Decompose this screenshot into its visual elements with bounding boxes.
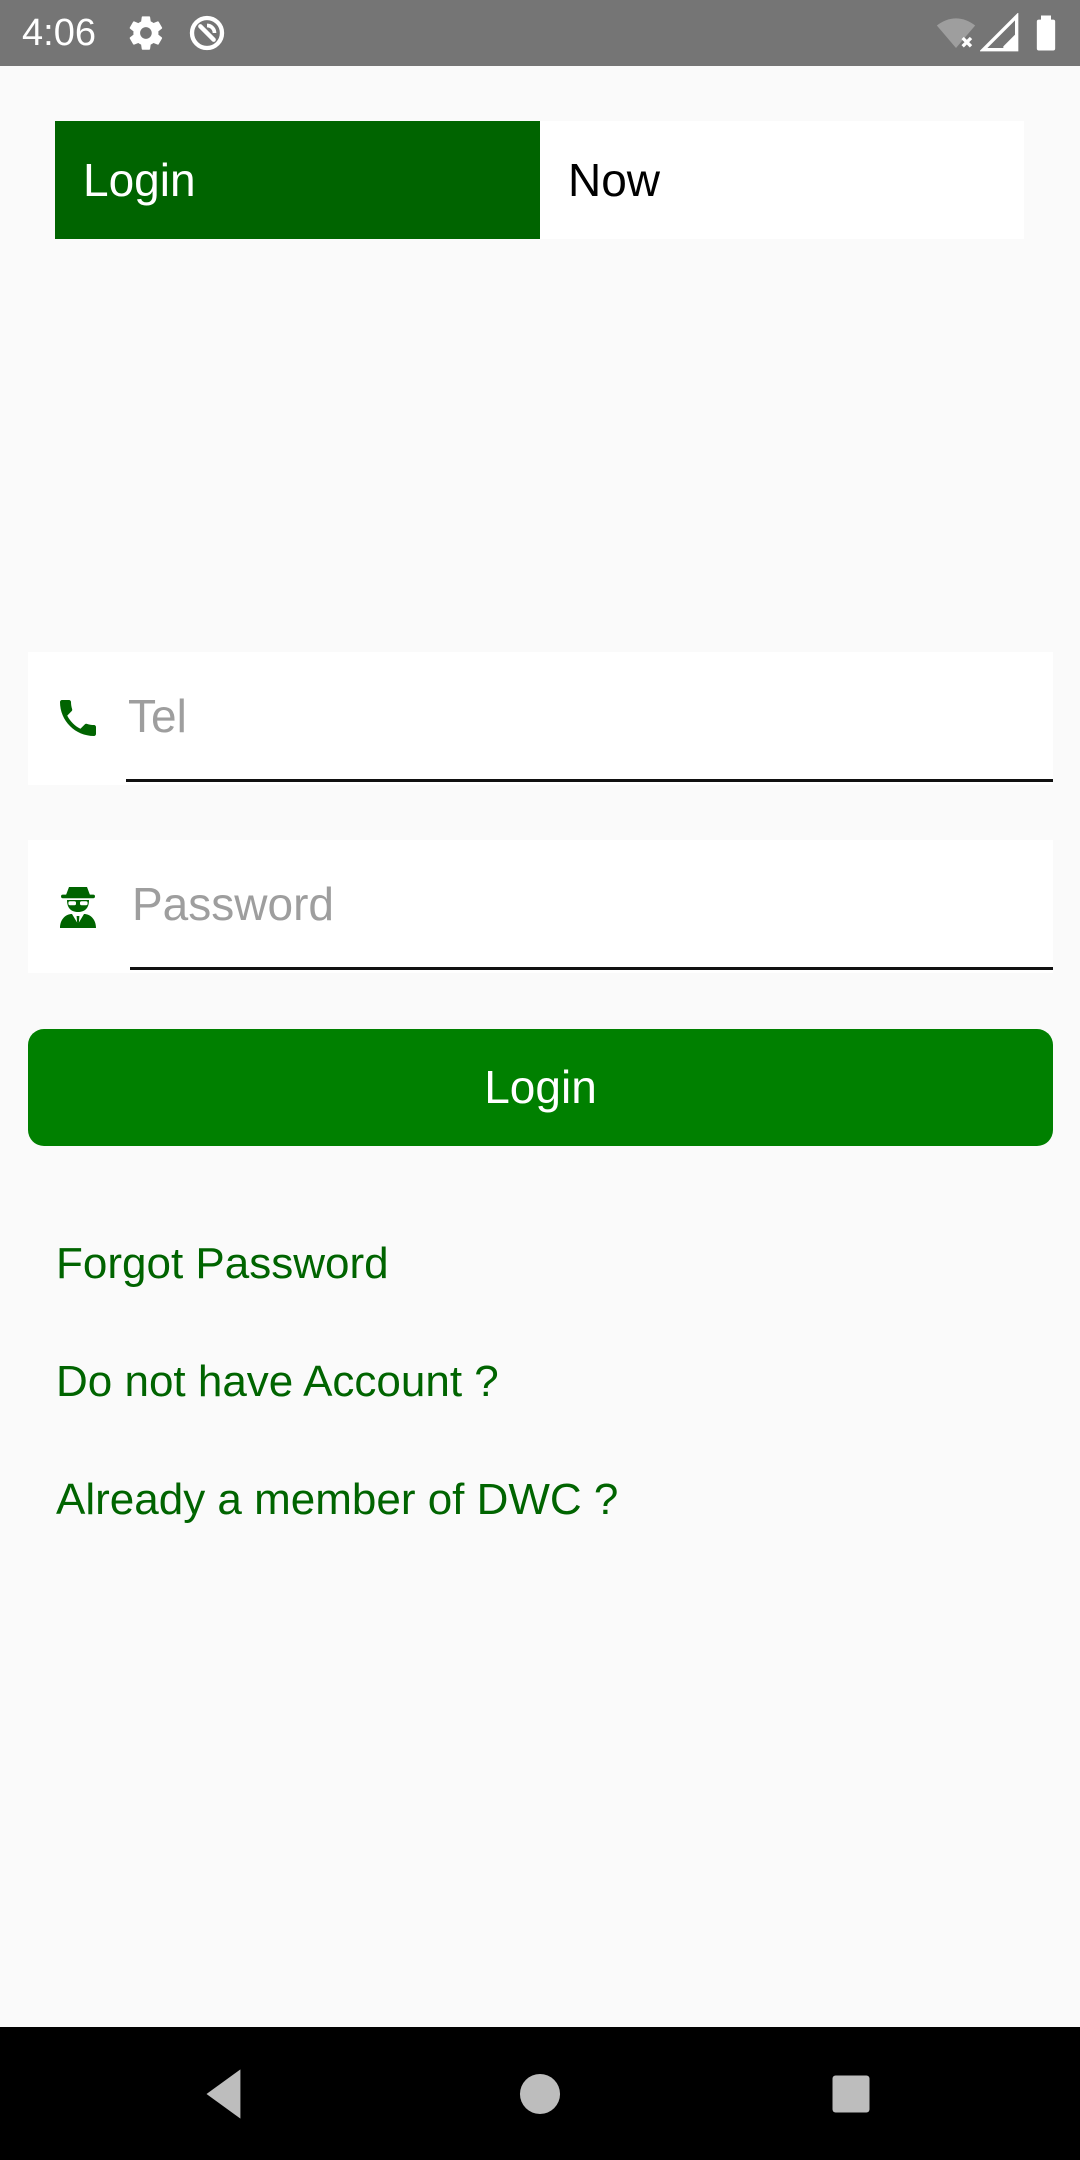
already-member-link[interactable]: Already a member of DWC ? bbox=[56, 1470, 618, 1530]
battery-icon bbox=[1036, 15, 1056, 51]
no-account-link[interactable]: Do not have Account ? bbox=[56, 1352, 499, 1412]
header-title-login: Login bbox=[55, 121, 540, 239]
phone-icon bbox=[60, 700, 96, 736]
gear-icon bbox=[129, 16, 163, 50]
wifi-off-icon bbox=[936, 18, 976, 48]
tel-input[interactable] bbox=[126, 652, 1053, 782]
recents-icon[interactable] bbox=[814, 2057, 888, 2131]
home-icon[interactable] bbox=[503, 2057, 577, 2131]
forgot-password-link[interactable]: Forgot Password bbox=[56, 1234, 389, 1294]
navigation-bar bbox=[0, 2027, 1080, 2160]
status-bar: 4:06 bbox=[0, 0, 1080, 66]
spy-agent-icon bbox=[60, 887, 96, 928]
sync-off-icon bbox=[189, 15, 225, 51]
login-button[interactable]: Login bbox=[28, 1029, 1053, 1146]
login-screen: 4:06 Login Now Tel Login Forgot Password… bbox=[0, 0, 1080, 2160]
tel-field-row bbox=[28, 652, 1053, 785]
password-input[interactable] bbox=[130, 840, 1053, 970]
header-title-now: Now bbox=[540, 121, 1024, 239]
back-icon[interactable] bbox=[188, 2057, 262, 2131]
password-field-row bbox=[28, 840, 1053, 973]
status-time: 4:06 bbox=[22, 12, 96, 54]
cellular-signal-icon bbox=[980, 13, 1019, 52]
